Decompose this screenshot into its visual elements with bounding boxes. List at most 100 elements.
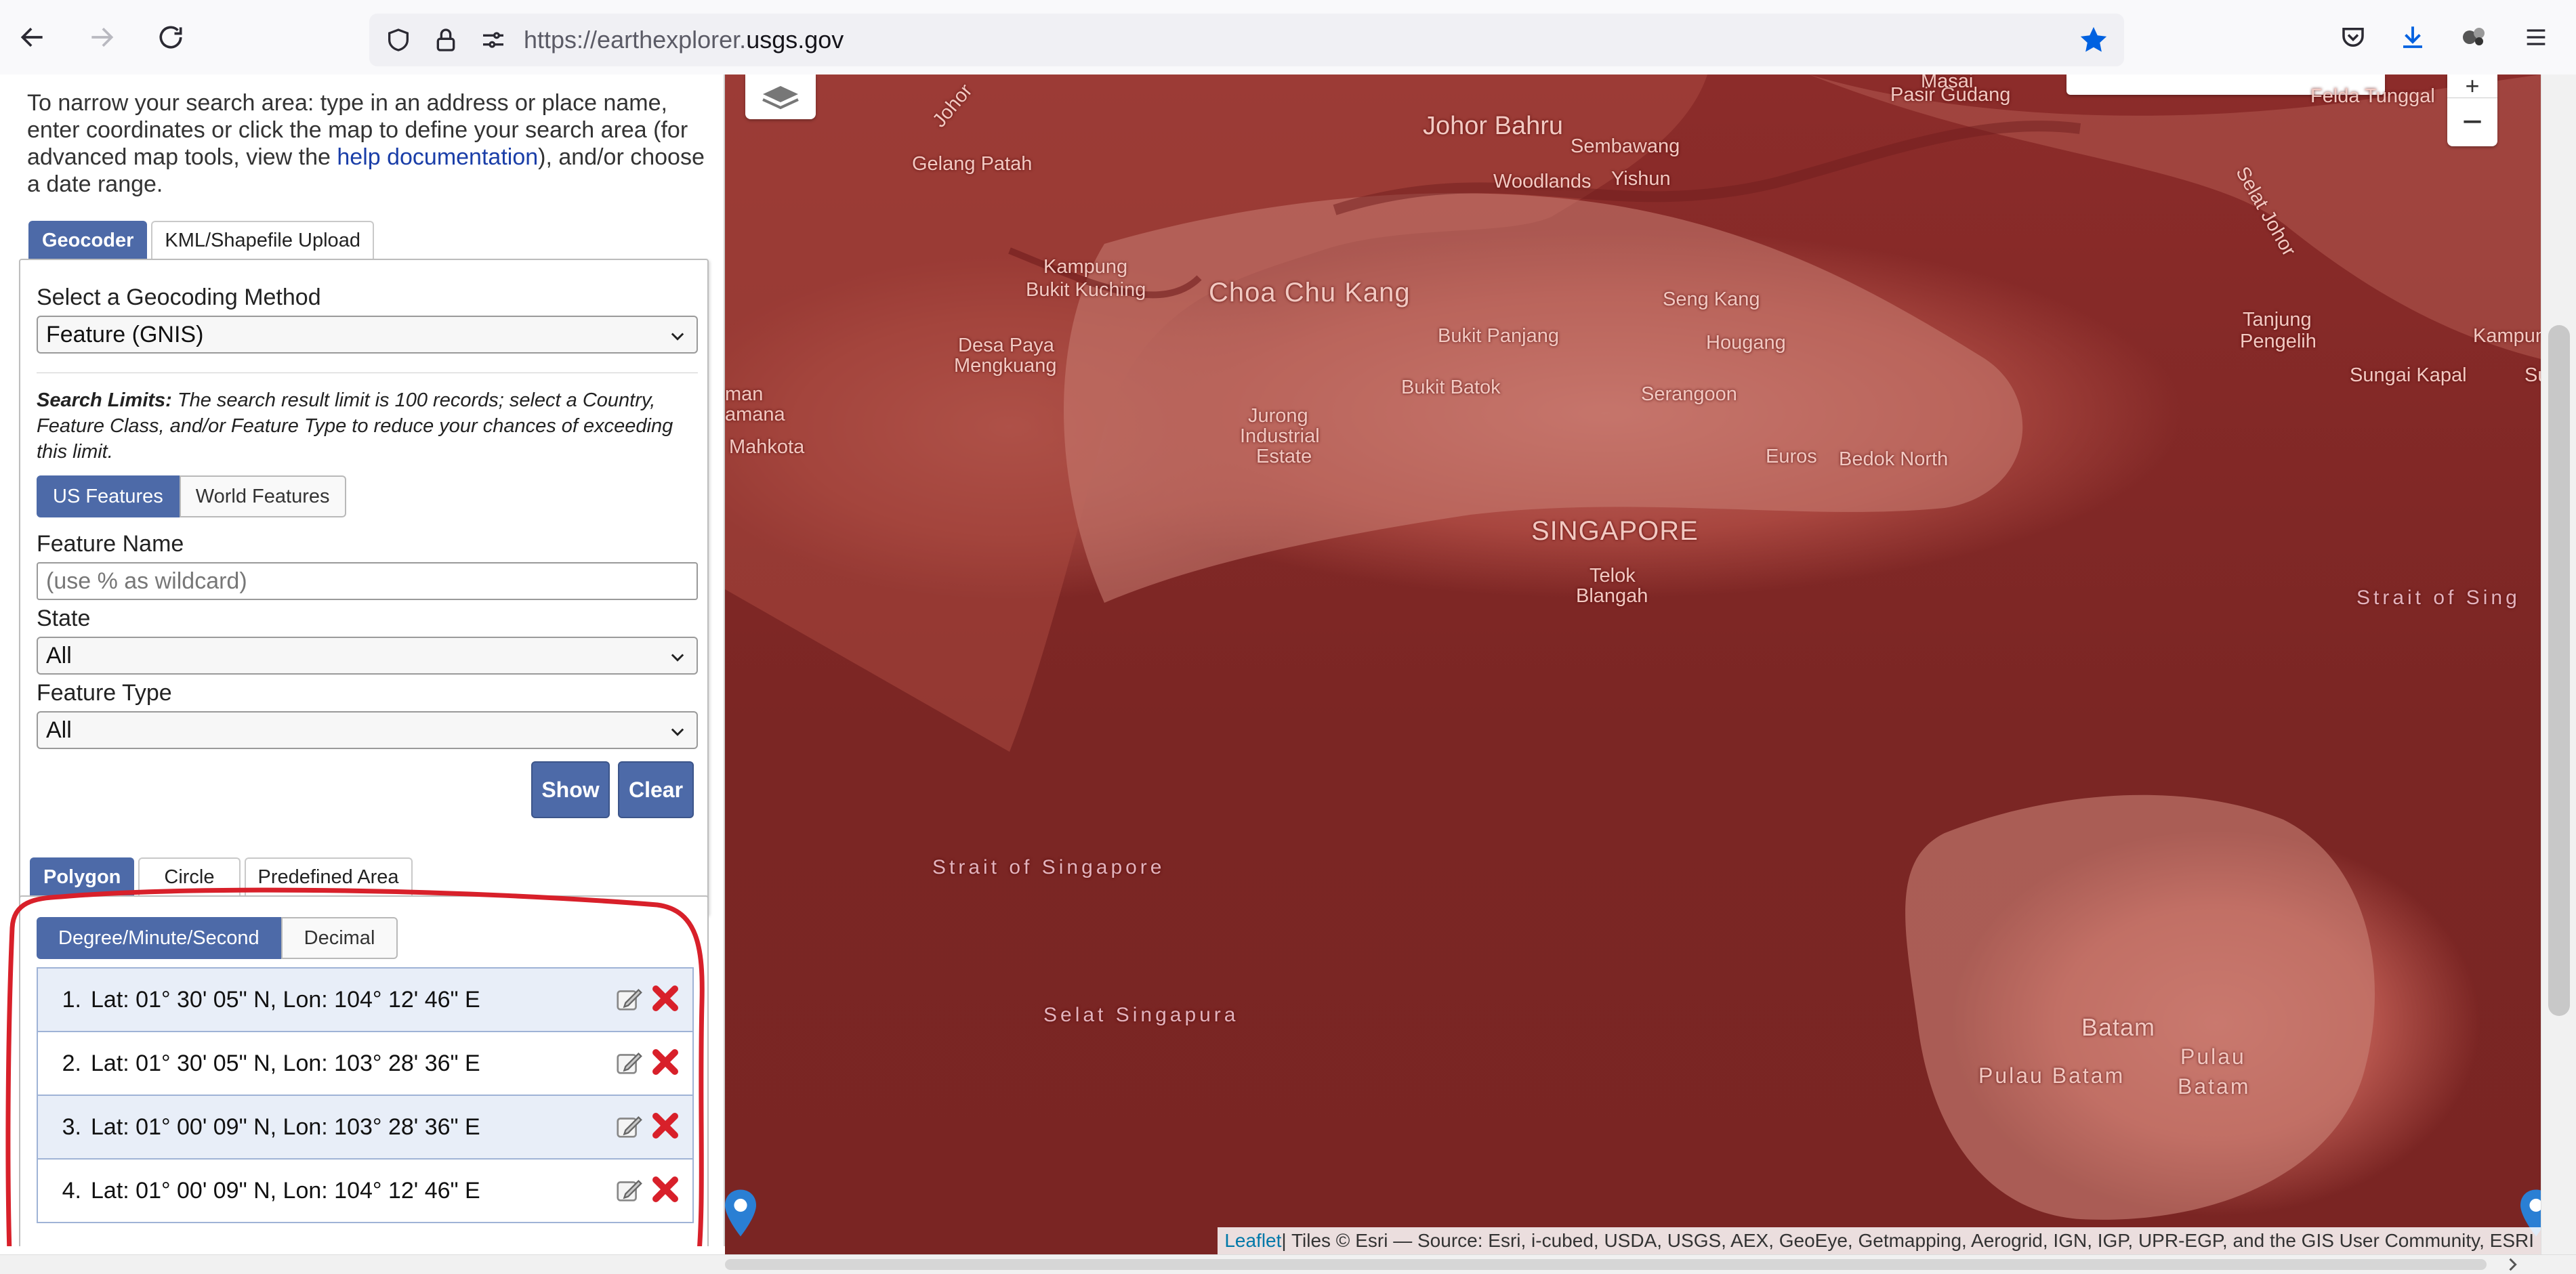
url-text[interactable]: https://earthexplorer.usgs.gov (524, 26, 844, 54)
map-label: Bukit Kuching (1026, 279, 1146, 301)
map-marker-icon[interactable] (725, 1189, 756, 1237)
coordinate-row[interactable]: 3. Lat: 01° 00' 09" N, Lon: 103° 28' 36" … (37, 1095, 694, 1158)
intro-text: To narrow your search area: type in an a… (27, 90, 705, 197)
clear-button[interactable]: Clear (618, 761, 694, 818)
coordinate-list: 1. Lat: 01° 30' 05" N, Lon: 104° 12' 46" … (37, 967, 694, 1223)
bookmark-star-icon[interactable] (2075, 22, 2112, 58)
map-label: Bedok North (1839, 448, 1949, 470)
map-label: Batam (2081, 1013, 2156, 1041)
show-button[interactable]: Show (531, 761, 610, 818)
map-label: Johor Bahru (1423, 112, 1564, 140)
layers-control[interactable] (745, 75, 816, 119)
chevron-down-icon (671, 728, 684, 736)
horizontal-scrollbar-thumb[interactable] (725, 1259, 2487, 1270)
map-label: Mahkota (729, 436, 805, 458)
shield-icon[interactable] (380, 22, 417, 58)
feature-name-label: Feature Name (37, 531, 184, 557)
vertical-scrollbar[interactable] (2541, 75, 2576, 1254)
horizontal-scrollbar[interactable] (0, 1254, 2576, 1274)
map-label: Kampun (2473, 325, 2541, 347)
edit-icon[interactable] (614, 1174, 645, 1206)
map-label: Choa Chu Kang (1209, 278, 1411, 307)
area-tabs: Polygon Circle Predefined Area (30, 857, 413, 895)
degree-minute-second-button[interactable]: Degree/Minute/Second (37, 917, 281, 959)
us-features-button[interactable]: US Features (37, 475, 180, 517)
world-features-button[interactable]: World Features (179, 475, 346, 517)
map-label: Pulau (2180, 1044, 2246, 1069)
forward-icon (91, 27, 114, 47)
url-host: usgs.gov (746, 26, 844, 54)
map-label: Sungai Kapal (2350, 364, 2467, 386)
map-label: Batam (2178, 1074, 2251, 1099)
chevron-down-icon (671, 333, 684, 341)
download-icon[interactable] (2394, 19, 2431, 56)
state-label: State (37, 606, 91, 631)
address-bar[interactable]: https://earthexplorer.usgs.gov (369, 14, 2124, 66)
tab-predefined-area[interactable]: Predefined Area (244, 857, 413, 895)
coordinate-format-toggle: Degree/Minute/Second Decimal (37, 917, 398, 959)
help-documentation-link[interactable]: help documentation (337, 144, 538, 170)
map-label: Kampung (1043, 256, 1128, 278)
map-label: Gelang Patah (912, 153, 1033, 175)
map-label: Blangah (1576, 585, 1648, 607)
coordinate-row[interactable]: 1. Lat: 01° 30' 05" N, Lon: 104° 12' 46" … (37, 967, 694, 1031)
satellite-landmass (725, 75, 2541, 1220)
chevron-right-icon[interactable] (2503, 1255, 2522, 1274)
feature-type-select[interactable]: All (37, 711, 698, 749)
map-label: Woodlands (1493, 171, 1592, 192)
back-icon (20, 27, 43, 47)
map-label: Felda Tunggal (2310, 85, 2435, 107)
feature-name-input[interactable]: (use % as wildcard) (37, 562, 698, 600)
delete-icon[interactable] (649, 982, 682, 1015)
search-tabs: Geocoder KML/Shapefile Upload (28, 221, 374, 259)
tab-circle[interactable]: Circle (138, 857, 241, 895)
map-view[interactable]: + − Johor Bahru Pasir Gudang Masai Gelan… (725, 75, 2541, 1254)
back-button[interactable] (0, 5, 65, 70)
map-label: Masai (1921, 75, 1974, 92)
browser-toolbar: https://earthexplorer.usgs.gov (0, 0, 2576, 75)
map-label: Sembawang (1571, 135, 1680, 157)
zoom-out-button[interactable]: − (2447, 98, 2497, 146)
forward-button[interactable] (69, 5, 134, 70)
feature-type-label: Feature Type (37, 680, 172, 706)
coordinate-text: Lat: 01° 30' 05" N, Lon: 104° 12' 46" E (91, 986, 480, 1013)
state-select[interactable]: All (37, 637, 698, 675)
leaflet-link[interactable]: Leaflet (1224, 1230, 1281, 1252)
extensions-icon[interactable] (2455, 19, 2492, 56)
coordinate-row[interactable]: 2. Lat: 01° 30' 05" N, Lon: 103° 28' 36" … (37, 1031, 694, 1095)
tab-polygon[interactable]: Polygon (30, 857, 135, 895)
tab-kml-shapefile-upload[interactable]: KML/Shapefile Upload (151, 221, 374, 259)
coordinate-text: Lat: 01° 00' 09" N, Lon: 104° 12' 46" E (91, 1177, 480, 1204)
delete-icon[interactable] (649, 1173, 682, 1206)
feature-scope-toggle: US Features World Features (37, 475, 346, 517)
edit-icon[interactable] (614, 983, 645, 1015)
pocket-icon[interactable] (2335, 19, 2371, 56)
geocoder-panel: Select a Geocoding Method Feature (GNIS)… (19, 259, 709, 916)
map-label: Su (2525, 364, 2541, 386)
layers-icon (762, 86, 799, 110)
lock-icon[interactable] (428, 22, 464, 58)
tab-geocoder[interactable]: Geocoder (28, 221, 148, 259)
zoom-in-button[interactable]: + (2447, 75, 2497, 100)
vertical-scrollbar-thumb[interactable] (2548, 325, 2570, 1016)
delete-icon[interactable] (649, 1046, 682, 1078)
map-label: Pengelih (2240, 331, 2317, 352)
reload-button[interactable] (138, 5, 203, 70)
edit-icon[interactable] (614, 1047, 645, 1078)
permissions-icon[interactable] (475, 22, 512, 58)
map-label: amana (725, 404, 785, 425)
edit-icon[interactable] (614, 1111, 645, 1142)
map-label: Telok (1590, 565, 1636, 587)
coordinate-row[interactable]: 4. Lat: 01° 00' 09" N, Lon: 104° 12' 46" … (37, 1158, 694, 1223)
search-criteria-panel: To narrow your search area: type in an a… (0, 75, 725, 1246)
delete-icon[interactable] (649, 1109, 682, 1142)
geocoding-method-label: Select a Geocoding Method (37, 284, 321, 310)
menu-icon[interactable] (2518, 19, 2554, 56)
map-label: SINGAPORE (1531, 516, 1699, 546)
feature-type-value: All (46, 717, 72, 743)
geocoding-method-select[interactable]: Feature (GNIS) (37, 316, 698, 354)
map-label: Strait of Singapore (932, 856, 1165, 878)
coordinate-index: 1. (62, 986, 81, 1013)
polygon-coordinates-panel: Degree/Minute/Second Decimal 1. Lat: 01° … (19, 895, 709, 1246)
decimal-button[interactable]: Decimal (281, 917, 398, 959)
